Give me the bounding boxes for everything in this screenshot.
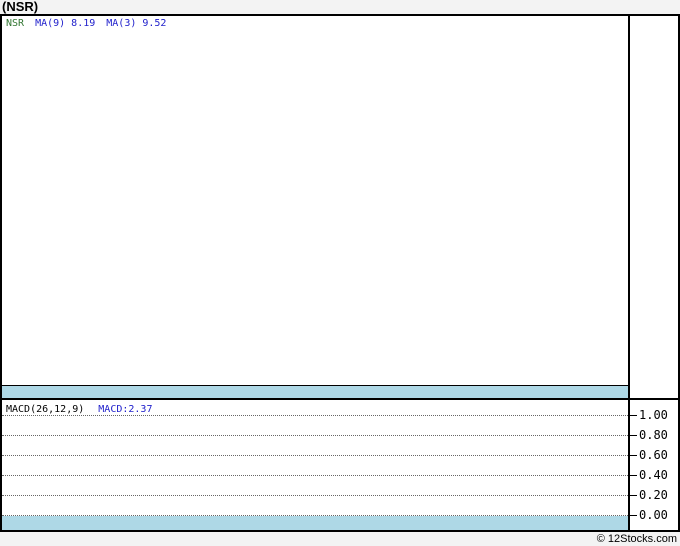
axis-tick <box>630 495 637 496</box>
axis-tick <box>630 435 637 436</box>
macd-gridline <box>2 455 628 456</box>
axis-label: 0.80 <box>639 428 668 442</box>
axis-label: 0.40 <box>639 468 668 482</box>
ma3-label: MA(3) <box>106 18 137 29</box>
main-panel-band <box>2 385 628 398</box>
macd-gridline <box>2 475 628 476</box>
axis-label: 0.00 <box>639 508 668 522</box>
macd-indicator-label: MACD(26,12,9) <box>6 404 85 415</box>
ma9-value: 8.19 <box>71 18 96 29</box>
axis-tick <box>630 455 637 456</box>
page-title: (NSR) <box>2 0 39 14</box>
panel-separator <box>2 398 678 400</box>
main-legend: NSR MA(9) 8.19 MA(3) 9.52 <box>6 17 177 30</box>
macd-panel-band <box>2 516 628 530</box>
axis-label: 0.20 <box>639 488 668 502</box>
axis-label: 0.60 <box>639 448 668 462</box>
axis-tick <box>630 415 637 416</box>
macd-gridline <box>2 495 628 496</box>
watermark: © 12Stocks.com <box>596 533 677 545</box>
y-axis-divider <box>628 16 630 530</box>
axis-label: 1.00 <box>639 408 668 422</box>
ma3-value: 9.52 <box>142 18 167 29</box>
axis-tick <box>630 515 637 516</box>
axis-tick <box>630 475 637 476</box>
ma9-label: MA(9) <box>35 18 66 29</box>
ma3-legend: MA(3) 9.52 <box>106 18 166 29</box>
chart-frame: NSR MA(9) 8.19 MA(3) 9.52 MACD(26,12,9) MACD:… <box>0 14 680 532</box>
macd-gridline <box>2 435 628 436</box>
ma9-legend: MA(9) 8.19 <box>35 18 95 29</box>
macd-indicator-value: MACD:2.37 <box>98 404 153 415</box>
symbol-label: NSR <box>6 18 25 29</box>
macd-gridline <box>2 415 628 416</box>
